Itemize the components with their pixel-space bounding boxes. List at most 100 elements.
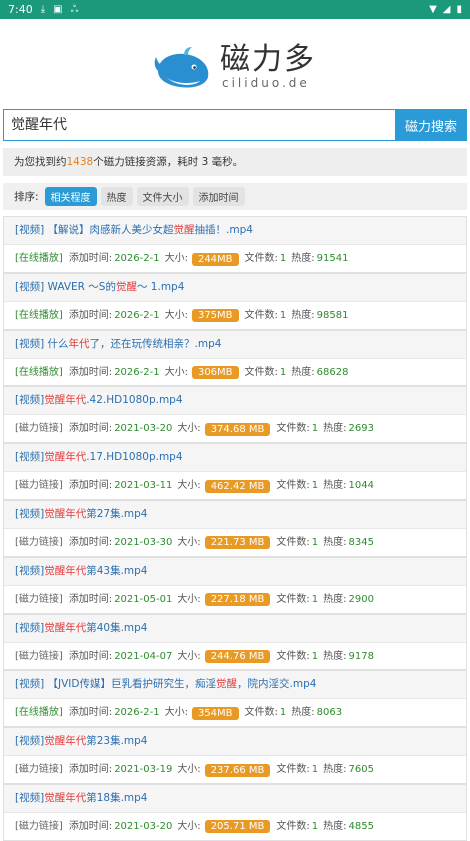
title-suffix: 第18集.mp4: [86, 791, 148, 804]
added-date: 2021-05-01: [114, 593, 173, 605]
list-item: [视频] 什么年代了，还在玩传统相亲？.mp4 [在线播放] 添加时间: 2026-2…: [3, 329, 467, 387]
file-count: 1: [311, 820, 319, 832]
added-date: 2021-03-20: [114, 423, 173, 435]
search-bar: 觉醒年代 磁力搜索: [3, 109, 467, 141]
result-title-link[interactable]: [视频]觉醒年代.17.HD1080p.mp4: [4, 444, 466, 473]
sort-bar: 排序: 相关程度 热度 文件大小 添加时间: [3, 183, 467, 210]
result-meta: [磁力链接] 添加时间: 2021-04-07 大小: 244.76 MB 文件数: 1 热度…: [4, 643, 466, 671]
online-play-link[interactable]: [在线播放]: [15, 359, 63, 387]
result-title-link[interactable]: [视频]觉醒年代第43集.mp4: [4, 557, 466, 586]
online-play-link[interactable]: [在线播放]: [15, 245, 63, 273]
size-badge: 237.66 MB: [204, 763, 271, 777]
result-title-link[interactable]: [视频]觉醒年代第23集.mp4: [4, 728, 466, 757]
magnet-link[interactable]: [磁力链接]: [15, 813, 63, 841]
result-meta: [磁力链接] 添加时间: 2021-03-30 大小: 221.73 MB 文件数: 1 热度…: [4, 529, 466, 557]
magnet-link[interactable]: [磁力链接]: [15, 586, 63, 614]
title-prefix: [视频]: [15, 394, 45, 407]
result-title-link[interactable]: [视频]觉醒年代第40集.mp4: [4, 614, 466, 643]
download-icon: ⤓: [40, 3, 46, 15]
added-label: 添加时间:: [68, 253, 113, 264]
title-prefix: [视频]: [15, 621, 45, 634]
title-prefix: [视频] 【解说】肉感新人美少女超: [15, 224, 174, 236]
heat-value: 98581: [316, 309, 349, 321]
heat-label: 热度:: [323, 593, 347, 605]
file-count: 1: [311, 423, 319, 435]
sort-added[interactable]: 添加时间: [192, 187, 245, 206]
title-suffix: 抽插！.mp4: [194, 224, 253, 236]
title-suffix: ～ 1.mp4: [136, 280, 185, 293]
heat-value: 68628: [316, 366, 349, 378]
added-label: 添加时间:: [68, 593, 113, 605]
list-item: [视频] WAVER ～S的觉醒～ 1.mp4 [在线播放] 添加时间: 2026-2…: [3, 272, 467, 330]
sort-relevance[interactable]: 相关程度: [44, 187, 97, 206]
heat-value: 9178: [348, 650, 374, 662]
heat-value: 4855: [348, 820, 374, 832]
heat-label: 热度:: [323, 820, 347, 832]
battery-icon: ▮: [456, 3, 462, 15]
list-item: [视频]觉醒年代第40集.mp4 [磁力链接] 添加时间: 2021-04-07 大小:…: [3, 613, 467, 671]
result-title-link[interactable]: [视频] 【JVID传媒】巨乳看护研究生，痴淫觉醒，院内淫交.mp4: [4, 671, 466, 700]
result-title-link[interactable]: [视频]觉醒年代.42.HD1080p.mp4: [4, 387, 466, 416]
files-label: 文件数:: [276, 593, 310, 605]
files-label: 文件数:: [244, 253, 278, 264]
size-badge: 306MB: [191, 366, 239, 380]
file-count: 1: [311, 536, 319, 548]
list-item: [视频]觉醒年代第27集.mp4 [磁力链接] 添加时间: 2021-03-30 大小:…: [3, 499, 467, 557]
size-label: 大小:: [164, 707, 188, 719]
title-suffix: 第27集.mp4: [86, 507, 148, 520]
status-time: 7:40: [8, 3, 33, 16]
heat-label: 热度:: [323, 480, 347, 492]
heat-value: 8345: [348, 536, 374, 548]
title-highlight: 觉醒年代: [44, 621, 87, 634]
result-summary: 为您找到约1438个磁力链接资源，耗时 3 毫秒。: [3, 148, 467, 176]
size-label: 大小:: [177, 820, 201, 832]
added-date: 2021-03-20: [114, 820, 173, 832]
title-suffix: 第23集.mp4: [86, 735, 148, 748]
online-play-link[interactable]: [在线播放]: [15, 699, 63, 727]
title-highlight: 觉醒年代: [44, 451, 87, 464]
added-label: 添加时间:: [68, 707, 113, 719]
search-button[interactable]: 磁力搜索: [395, 109, 467, 141]
heat-label: 热度:: [291, 253, 315, 264]
added-label: 添加时间:: [68, 366, 113, 378]
files-label: 文件数:: [276, 480, 310, 492]
size-label: 大小:: [177, 764, 201, 776]
list-item: [视频]觉醒年代.17.HD1080p.mp4 [磁力链接] 添加时间: 2021-0…: [3, 443, 467, 500]
magnet-link[interactable]: [磁力链接]: [15, 472, 63, 500]
result-title-link[interactable]: [视频] 什么年代了，还在玩传统相亲？.mp4: [4, 330, 466, 359]
added-label: 添加时间:: [68, 423, 113, 435]
result-meta: [磁力链接] 添加时间: 2021-03-20 大小: 205.71 MB 文件数: 1 热度…: [4, 813, 466, 841]
size-label: 大小:: [164, 309, 188, 321]
title-highlight: 觉醒年代: [44, 735, 87, 748]
file-count: 1: [279, 707, 287, 719]
magnet-link[interactable]: [磁力链接]: [15, 643, 63, 671]
title-suffix: 了，还在玩传统相亲？.mp4: [89, 337, 222, 350]
file-count: 1: [279, 366, 287, 378]
result-title-link[interactable]: [视频]觉醒年代第27集.mp4: [4, 500, 466, 529]
size-label: 大小:: [164, 253, 188, 264]
file-count: 1: [279, 253, 287, 264]
sort-size[interactable]: 文件大小: [136, 187, 189, 206]
magnet-link[interactable]: [磁力链接]: [15, 756, 63, 784]
signal-icon: ◢: [442, 3, 451, 15]
magnet-link[interactable]: [磁力链接]: [15, 415, 63, 443]
added-label: 添加时间:: [68, 820, 113, 832]
logo[interactable]: 磁力多 ciliduo.de: [0, 44, 470, 90]
result-title-link[interactable]: [视频] 【解说】肉感新人美少女超觉醒抽插！.mp4: [4, 217, 466, 245]
summary-prefix: 为您找到约: [14, 156, 67, 168]
title-highlight: 年代: [68, 337, 90, 350]
result-meta: [在线播放] 添加时间: 2026-2-1 大小: 354MB 文件数: 1 热度: 8063: [4, 699, 466, 727]
title-highlight: 觉醒年代: [44, 507, 87, 520]
online-play-link[interactable]: [在线播放]: [15, 302, 63, 330]
title-prefix: [视频]: [15, 791, 45, 804]
size-badge: 462.42 MB: [204, 479, 271, 493]
size-label: 大小:: [164, 366, 188, 378]
magnet-link[interactable]: [磁力链接]: [15, 529, 63, 557]
result-title-link[interactable]: [视频] WAVER ～S的觉醒～ 1.mp4: [4, 273, 466, 302]
size-badge: 205.71 MB: [204, 820, 271, 834]
list-item: [视频]觉醒年代.42.HD1080p.mp4 [磁力链接] 添加时间: 2021-0…: [3, 386, 467, 444]
files-label: 文件数:: [244, 707, 278, 719]
sort-heat[interactable]: 热度: [100, 187, 133, 206]
search-input[interactable]: 觉醒年代: [3, 109, 395, 141]
result-title-link[interactable]: [视频]觉醒年代第18集.mp4: [4, 784, 466, 813]
